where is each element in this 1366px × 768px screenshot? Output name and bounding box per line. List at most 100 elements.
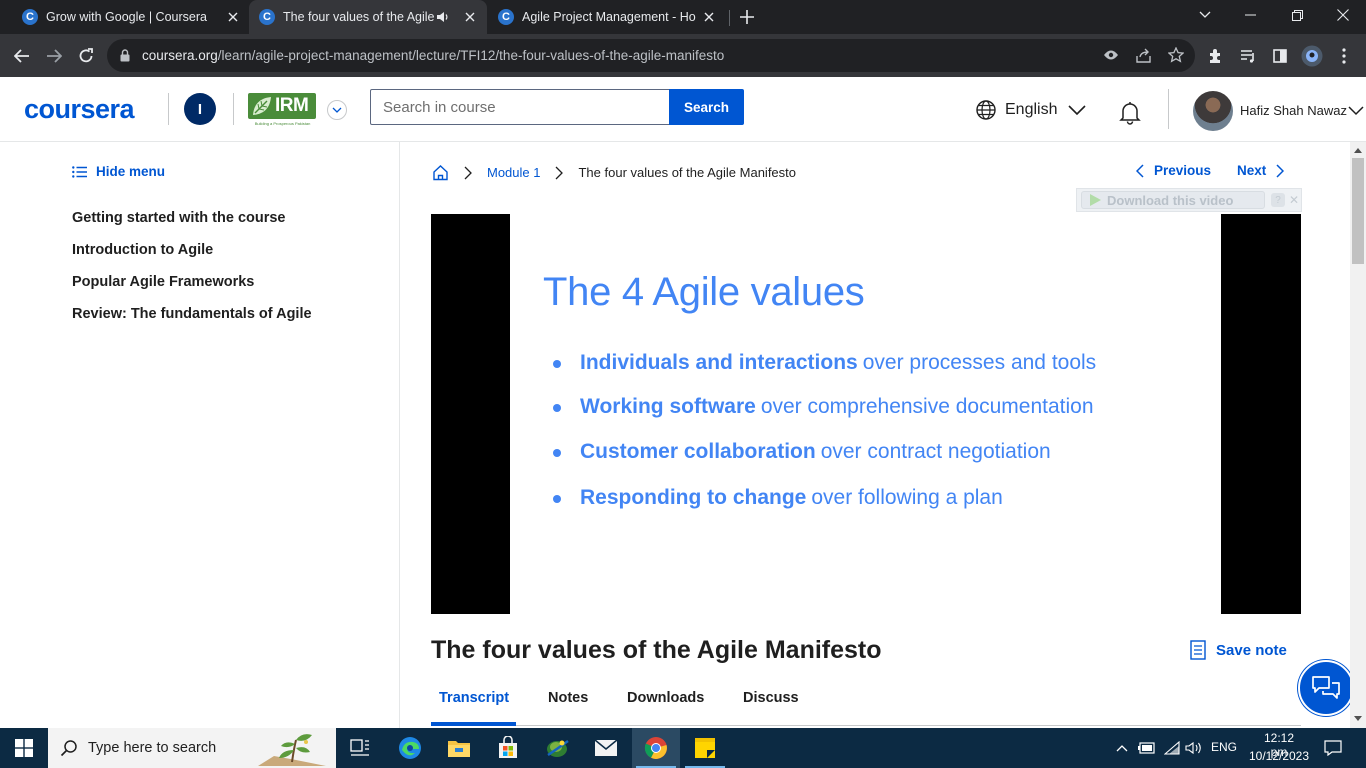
eye-icon[interactable] (1103, 48, 1119, 62)
language-selector[interactable]: English (975, 99, 1087, 121)
lock-icon[interactable] (120, 49, 130, 62)
tab-discuss[interactable]: Discuss (743, 690, 799, 706)
bookmark-star-icon[interactable] (1168, 47, 1184, 63)
close-tab-icon[interactable] (224, 8, 242, 26)
sticky-notes-icon[interactable] (681, 728, 729, 768)
restore-icon[interactable] (1277, 0, 1317, 30)
microsoft-store-icon[interactable] (484, 728, 532, 768)
task-view-icon[interactable] (336, 728, 384, 768)
url-text[interactable]: coursera.org/learn/agile-project-managem… (142, 48, 724, 63)
video-player[interactable]: The 4 Agile values Individuals and inter… (431, 214, 1301, 614)
sidebar-item-getting-started[interactable]: Getting started with the course (72, 210, 286, 226)
download-video-overlay: Download this video ? ✕ (1076, 188, 1302, 212)
side-panel-icon[interactable] (1267, 43, 1293, 69)
chevron-down-icon[interactable] (1347, 101, 1365, 119)
org-badge[interactable]: I (184, 93, 216, 125)
header-divider (168, 93, 169, 125)
avatar[interactable] (1193, 91, 1233, 131)
edge-browser-icon[interactable] (386, 728, 434, 768)
course-search-input[interactable] (370, 89, 670, 125)
breadcrumb-module-link[interactable]: Module 1 (487, 165, 540, 180)
notifications-bell-icon[interactable] (1117, 99, 1143, 125)
previous-button[interactable]: Previous (1136, 163, 1211, 178)
coursera-favicon-icon: C (498, 9, 514, 25)
photos-app-icon[interactable] (533, 728, 581, 768)
audio-playing-icon[interactable] (435, 9, 451, 25)
profile-icon[interactable] (1299, 43, 1325, 69)
tab-transcript[interactable]: Transcript (439, 690, 509, 706)
new-tab-icon[interactable] (736, 6, 758, 28)
close-tab-icon[interactable] (461, 8, 479, 26)
back-icon[interactable] (9, 43, 35, 69)
share-icon[interactable] (1136, 48, 1152, 63)
breadcrumb: Module 1 The four values of the Agile Ma… (432, 164, 796, 181)
scroll-thumb[interactable] (1352, 158, 1364, 264)
browser-tab-agile-pm[interactable]: C Agile Project Management - Ho (490, 0, 726, 34)
extensions-icon[interactable] (1203, 43, 1229, 69)
scroll-down-icon[interactable] (1354, 716, 1362, 721)
address-bar[interactable]: coursera.org/learn/agile-project-managem… (107, 39, 1195, 72)
media-queue-icon[interactable] (1235, 43, 1261, 69)
slide-value-item: Responding to change over following a pla… (553, 486, 1003, 510)
sidebar-item-review[interactable]: Review: The fundamentals of Agile (72, 306, 312, 322)
sidebar-item-introduction[interactable]: Introduction to Agile (72, 242, 213, 258)
tab-downloads[interactable]: Downloads (627, 690, 704, 706)
search-button[interactable]: Search (669, 89, 744, 125)
leaf-logo-icon (253, 97, 271, 115)
download-video-button[interactable]: Download this video (1081, 191, 1265, 209)
volume-icon[interactable] (1185, 740, 1203, 756)
browser-menu-icon[interactable] (1331, 43, 1357, 69)
list-icon (72, 165, 87, 178)
clock-date[interactable]: 10/12/2023 (1248, 749, 1310, 763)
minimize-icon[interactable] (1230, 0, 1270, 30)
breadcrumb-current: The four values of the Agile Manifesto (578, 165, 796, 180)
slide-value-item: Customer collaboration over contract nego… (553, 440, 1051, 464)
browser-tab-four-values[interactable]: C The four values of the Agile (249, 0, 487, 34)
tab-search-chevron-icon[interactable] (1185, 0, 1225, 30)
browser-tab-grow-with-google[interactable]: C Grow with Google | Coursera (14, 0, 246, 34)
close-tab-icon[interactable] (700, 8, 718, 26)
user-name[interactable]: Hafiz Shah Nawaz (1240, 103, 1347, 118)
irm-logo-text: IRM (275, 95, 309, 116)
sidebar-item-frameworks[interactable]: Popular Agile Frameworks (72, 274, 254, 290)
coursera-favicon-icon: C (259, 9, 275, 25)
scroll-up-icon[interactable] (1354, 148, 1362, 153)
slide-value-item: Working software over comprehensive docum… (553, 395, 1094, 419)
browser-toolbar: coursera.org/learn/agile-project-managem… (0, 34, 1366, 77)
org-dropdown-chevron-icon[interactable] (327, 100, 347, 120)
file-explorer-icon[interactable] (435, 728, 483, 768)
wifi-icon[interactable] (1163, 740, 1181, 756)
irm-partner-logo[interactable]: IRM Building a Prosperous Pakistan (248, 93, 317, 126)
chat-assistant-button[interactable] (1298, 660, 1354, 716)
coursera-favicon-icon: C (22, 9, 38, 25)
windows-start-icon[interactable] (0, 728, 48, 768)
header-divider (233, 93, 234, 125)
coursera-logo[interactable]: coursera (24, 94, 135, 125)
close-icon[interactable]: ✕ (1287, 193, 1301, 207)
lecture-main: Module 1 The four values of the Agile Ma… (400, 142, 1350, 728)
notification-center-icon[interactable] (1323, 739, 1343, 757)
chevron-left-icon (1136, 163, 1144, 178)
chevron-right-icon (556, 166, 564, 179)
play-icon (1090, 194, 1101, 206)
battery-icon[interactable] (1138, 740, 1156, 756)
close-window-icon[interactable] (1323, 0, 1363, 30)
page-scrollbar[interactable] (1350, 142, 1366, 728)
next-button[interactable]: Next (1237, 163, 1285, 178)
save-note-button[interactable]: Save note (1190, 640, 1287, 660)
show-hidden-icons-chevron-icon[interactable] (1114, 740, 1130, 756)
home-icon[interactable] (432, 164, 449, 181)
reload-icon[interactable] (73, 43, 99, 69)
save-note-label: Save note (1216, 641, 1287, 659)
mail-icon[interactable] (582, 728, 630, 768)
taskbar-search-box[interactable]: Type here to search (48, 728, 336, 768)
tab-notes[interactable]: Notes (548, 690, 588, 706)
input-language-indicator[interactable]: ENG (1211, 740, 1237, 754)
chrome-icon[interactable] (632, 728, 680, 768)
help-icon[interactable]: ? (1271, 193, 1285, 207)
lecture-title: The four values of the Agile Manifesto (431, 636, 882, 664)
tab-separator (729, 10, 730, 26)
hide-menu-button[interactable]: Hide menu (72, 164, 165, 179)
forward-icon[interactable] (41, 43, 67, 69)
irm-tagline: Building a Prosperous Pakistan (254, 121, 311, 126)
